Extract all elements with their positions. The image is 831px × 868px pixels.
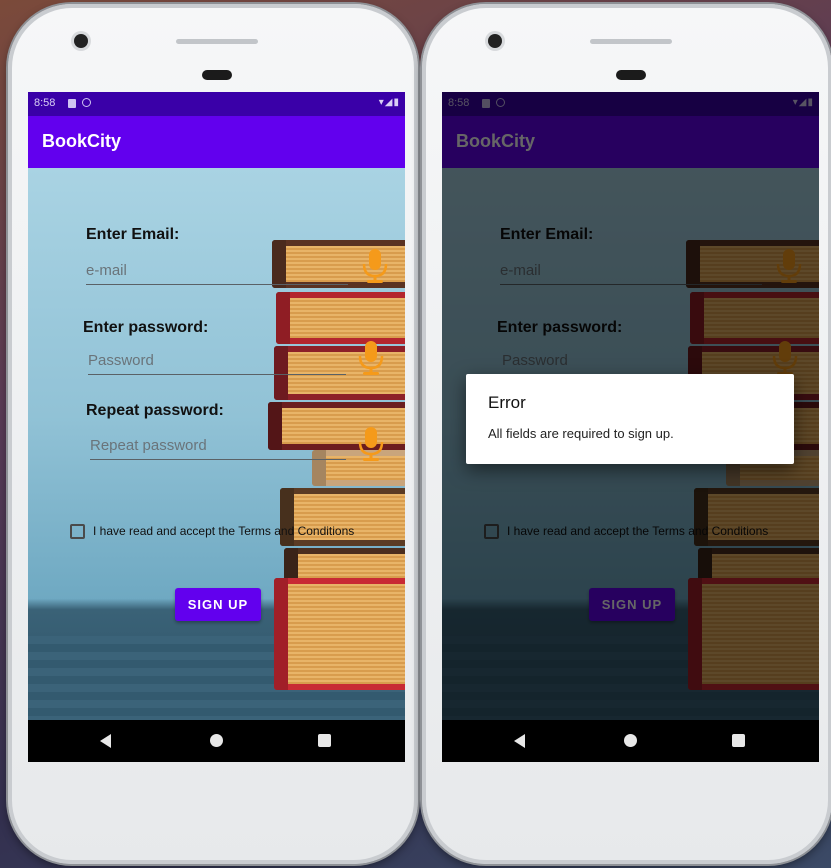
microphone-icon[interactable] — [356, 340, 386, 376]
repeat-password-field[interactable] — [90, 437, 346, 460]
phone-frame-right: 8:58 ▾◢▮ BookCity Enter Email: — [422, 4, 831, 864]
email-label: Enter Email: — [86, 226, 180, 243]
sd-card-icon — [68, 99, 76, 108]
back-icon[interactable] — [514, 734, 525, 748]
front-camera — [488, 34, 502, 48]
front-camera — [74, 34, 88, 48]
repeat-password-label: Repeat password: — [86, 402, 224, 419]
dialog-title: Error — [488, 393, 526, 412]
password-label: Enter password: — [83, 319, 209, 336]
signup-button[interactable]: SIGN UP — [175, 588, 261, 621]
navigation-bar — [28, 720, 405, 762]
background-book — [276, 292, 405, 344]
phone-frame-left: 8:58 ▾◢▮ BookCity Enter Email: e-mail En… — [8, 4, 418, 864]
proximity-sensor — [202, 70, 232, 80]
error-dialog: Error All fields are required to sign up… — [466, 374, 794, 464]
screen-left: 8:58 ▾◢▮ BookCity Enter Email: e-mail En… — [28, 92, 405, 762]
back-icon[interactable] — [100, 734, 111, 748]
app-title: BookCity — [42, 131, 122, 151]
email-field[interactable] — [86, 262, 348, 285]
terms-label: I have read and accept the Terms and Con… — [93, 524, 355, 538]
background-book — [274, 578, 405, 690]
home-icon[interactable] — [210, 734, 223, 747]
status-bar: 8:58 ▾◢▮ — [28, 92, 405, 116]
screen-right: 8:58 ▾◢▮ BookCity Enter Email: — [442, 92, 819, 762]
recents-icon[interactable] — [732, 734, 745, 747]
proximity-sensor — [616, 70, 646, 80]
navigation-bar — [442, 720, 819, 762]
system-status-icons: ▾◢▮ — [378, 97, 400, 108]
terms-checkbox[interactable] — [70, 524, 85, 539]
earpiece-speaker — [176, 39, 258, 44]
signup-form: Enter Email: Enter password: Repeat pass… — [28, 168, 405, 720]
status-time: 8:58 — [34, 97, 56, 109]
app-bar: BookCity — [28, 116, 405, 168]
microphone-icon[interactable] — [356, 426, 386, 462]
earpiece-speaker — [590, 39, 672, 44]
sync-icon — [82, 98, 91, 107]
home-icon[interactable] — [624, 734, 637, 747]
recents-icon[interactable] — [318, 734, 331, 747]
password-field[interactable] — [88, 352, 346, 375]
dialog-message: All fields are required to sign up. — [488, 426, 674, 441]
microphone-icon[interactable] — [360, 248, 390, 284]
